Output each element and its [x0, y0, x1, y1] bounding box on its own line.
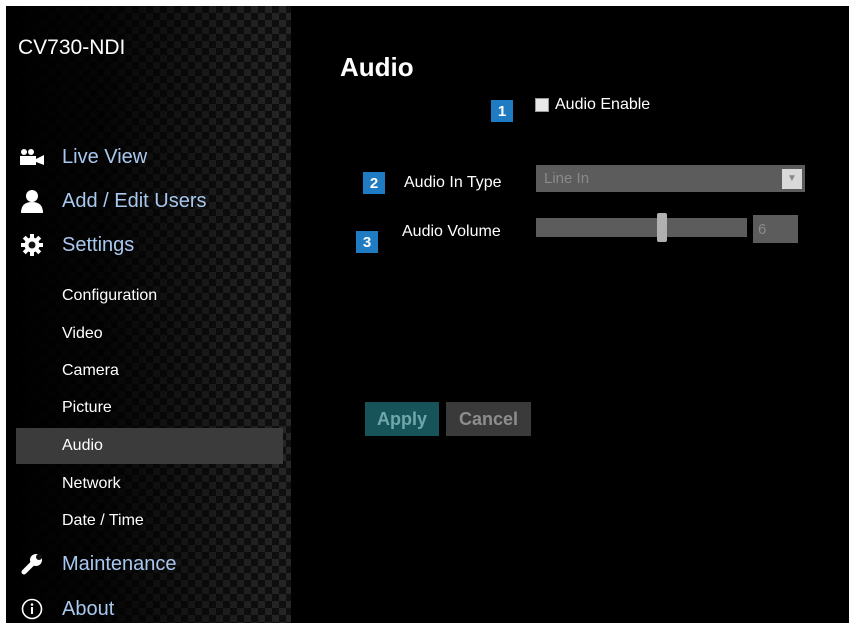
camera-icon [12, 148, 52, 166]
nav-sub-audio[interactable]: Audio [16, 428, 283, 464]
gear-icon [12, 233, 52, 257]
nav-live-view-label: Live View [62, 145, 148, 168]
user-icon [12, 189, 52, 213]
apply-button[interactable]: Apply [365, 402, 439, 436]
nav-sub-label: Camera [62, 362, 119, 379]
audio-enable-label: Audio Enable [555, 96, 651, 113]
app-window: CV730-NDI Live View Add / Edit Users Set… [6, 6, 849, 623]
nav-users[interactable]: Add / Edit Users [6, 184, 291, 218]
audio-in-type-label: Audio In Type [404, 174, 502, 191]
callout-badge-2: 2 [363, 172, 385, 194]
nav-maintenance-label: Maintenance [62, 552, 177, 575]
nav-sub-date-time[interactable]: Date / Time [16, 503, 283, 539]
nav-sub-label: Network [62, 475, 121, 492]
page-title: Audio [340, 52, 414, 82]
nav-sub-label: Picture [62, 399, 112, 416]
nav-sub-label: Audio [62, 437, 103, 454]
wrench-icon [12, 552, 52, 576]
nav-users-label: Add / Edit Users [62, 189, 207, 212]
nav-settings[interactable]: Settings [6, 228, 291, 262]
nav-sub-label: Date / Time [62, 512, 144, 529]
audio-volume-value[interactable]: 6 [753, 215, 798, 243]
nav-sub-network[interactable]: Network [16, 466, 283, 502]
nav-sub-camera[interactable]: Camera [16, 353, 283, 389]
audio-enable-checkbox[interactable] [535, 98, 549, 112]
nav-about[interactable]: About [6, 592, 291, 623]
app-title: CV730-NDI [18, 36, 126, 59]
nav-sub-video[interactable]: Video [16, 316, 283, 352]
audio-enable-row[interactable]: Audio Enable [535, 96, 650, 114]
audio-volume-label: Audio Volume [402, 223, 501, 240]
audio-volume-slider-thumb[interactable] [657, 213, 667, 242]
info-icon [12, 598, 52, 620]
callout-badge-3: 3 [356, 231, 378, 253]
nav-about-label: About [62, 597, 115, 620]
nav-live-view[interactable]: Live View [6, 140, 291, 174]
cancel-button[interactable]: Cancel [446, 402, 531, 436]
nav-sub-label: Video [62, 325, 103, 342]
nav-sub-configuration[interactable]: Configuration [16, 278, 283, 314]
nav-sub-picture[interactable]: Picture [16, 390, 283, 426]
callout-badge-1: 1 [491, 100, 513, 122]
audio-in-type-select[interactable]: Line In ▼ [536, 165, 805, 192]
nav-maintenance[interactable]: Maintenance [6, 547, 291, 581]
audio-volume-slider-track[interactable] [536, 218, 747, 237]
chevron-down-icon[interactable]: ▼ [782, 168, 802, 189]
sidebar: CV730-NDI Live View Add / Edit Users Set… [6, 6, 291, 623]
nav-settings-label: Settings [62, 233, 135, 256]
nav-sub-label: Configuration [62, 287, 158, 304]
audio-in-type-value: Line In [544, 170, 590, 187]
